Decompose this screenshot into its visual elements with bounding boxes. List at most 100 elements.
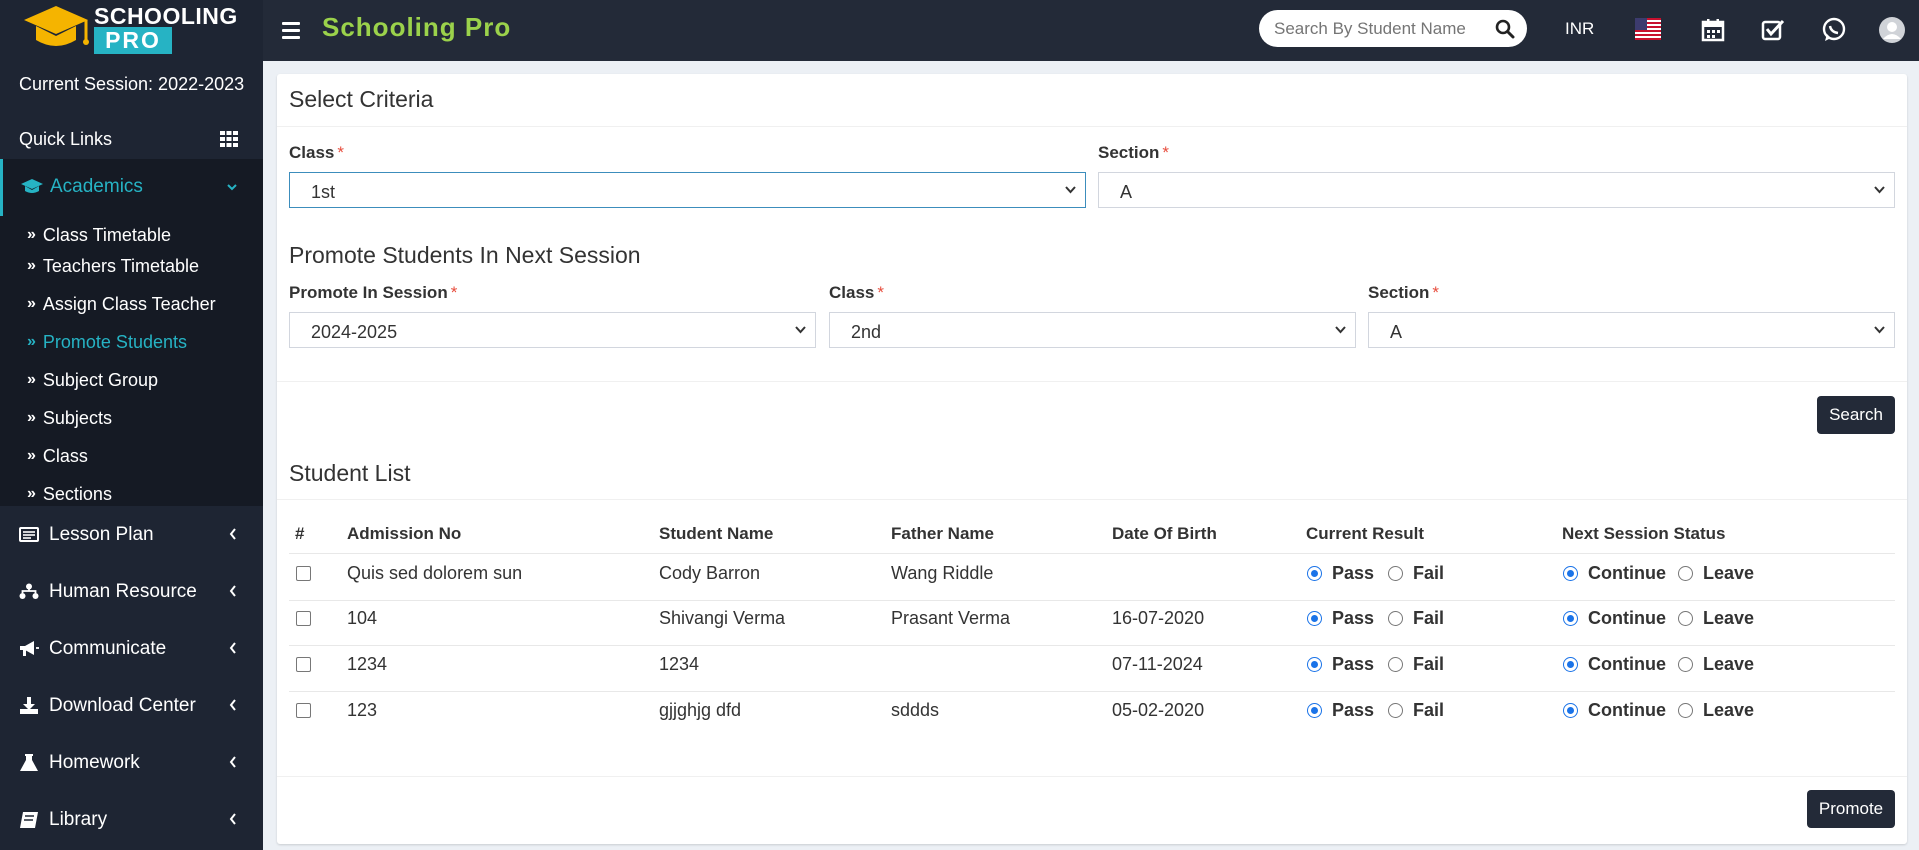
sidebar-item-academics[interactable]: Academics [0, 159, 263, 216]
fail-radio[interactable] [1388, 611, 1403, 626]
sidebar-item-label: Academics [50, 176, 143, 197]
currency-selector[interactable]: INR [1565, 19, 1594, 39]
fail-radio[interactable] [1388, 657, 1403, 672]
class-select[interactable]: 1st [289, 172, 1086, 208]
sidebar-item-download-center[interactable]: Download Center [0, 678, 263, 735]
promote-section-label-text: Section [1368, 283, 1430, 302]
admission-no: 1234 [347, 654, 388, 674]
row-select-checkbox[interactable] [296, 566, 311, 581]
required-mark: * [877, 283, 884, 302]
col-header-index: # [295, 524, 305, 543]
promote-class-select[interactable]: 2nd [829, 312, 1356, 348]
user-avatar-icon[interactable] [1878, 16, 1906, 44]
leave-radio[interactable] [1678, 566, 1693, 581]
row-divider [289, 553, 1895, 554]
sidebar-item-homework[interactable]: Homework [0, 735, 263, 792]
sidebar-item-subject-group[interactable]: » Subject Group [27, 361, 158, 399]
sidebar-item-label: Class Timetable [42, 224, 171, 245]
continue-radio[interactable] [1563, 703, 1578, 718]
sidebar-item-human-resource[interactable]: Human Resource [0, 564, 263, 621]
leave-radio[interactable] [1678, 611, 1693, 626]
fail-radio[interactable] [1388, 703, 1403, 718]
quick-links-label: Quick Links [19, 129, 113, 149]
calendar-icon[interactable] [1700, 17, 1726, 43]
col-header-dob: Date Of Birth [1112, 524, 1217, 543]
sidebar-item-class[interactable]: » Class [27, 437, 88, 475]
continue-radio[interactable] [1563, 566, 1578, 581]
main-panel: Select Criteria Class * 1st Section * A Pr… [277, 74, 1907, 844]
class-label-text: Class [289, 143, 335, 162]
promote-session-label: Promote In Session * [289, 283, 457, 303]
promote-class-label-text: Class [829, 283, 875, 302]
promote-button[interactable]: Promote [1807, 790, 1895, 828]
chevron-down-icon [1335, 326, 1346, 334]
row-select-checkbox[interactable] [296, 611, 311, 626]
sidebar-item-library[interactable]: Library [0, 792, 263, 849]
pass-radio[interactable] [1307, 657, 1322, 672]
quick-links[interactable]: Quick Links [0, 117, 263, 162]
student-list-title: Student List [289, 460, 411, 486]
student-search-input[interactable] [1274, 18, 1479, 40]
col-header-student-name: Student Name [659, 524, 774, 543]
student-search[interactable] [1259, 10, 1527, 47]
fail-label: Fail [1413, 700, 1445, 720]
admission-no: 104 [347, 608, 378, 628]
leave-radio[interactable] [1678, 657, 1693, 672]
section-select[interactable]: A [1098, 172, 1895, 208]
chevron-left-icon [229, 756, 236, 768]
row-select-checkbox[interactable] [296, 657, 311, 672]
leave-label: Leave [1703, 654, 1755, 674]
logo-text-top: SCHOOLING [94, 3, 238, 29]
admission-no: Quis sed dolorem sun [347, 563, 523, 583]
sidebar-item-label: Human Resource [49, 581, 197, 602]
sidebar-item-assign-class-teacher[interactable]: » Assign Class Teacher [27, 285, 216, 323]
sidebar-item-label: Lesson Plan [49, 524, 154, 545]
checkbox-icon[interactable] [1760, 17, 1786, 43]
pass-radio[interactable] [1307, 611, 1322, 626]
pass-label: Pass [1332, 654, 1375, 674]
sidebar-item-subjects[interactable]: » Subjects [27, 399, 112, 437]
sidebar-item-teachers-timetable[interactable]: » Teachers Timetable [27, 247, 199, 285]
menu-toggle-icon[interactable] [280, 18, 302, 42]
leave-label: Leave [1703, 608, 1755, 628]
col-header-current-result: Current Result [1306, 524, 1425, 543]
sidebar-item-communicate[interactable]: Communicate [0, 621, 263, 678]
continue-label: Continue [1588, 563, 1666, 583]
leave-label: Leave [1703, 563, 1755, 583]
top-bar: SCHOOLING PRO Schooling Pro INR [0, 0, 1919, 61]
logo[interactable]: SCHOOLING PRO [0, 0, 263, 61]
sidebar-item-label: Promote Students [42, 331, 187, 352]
promote-session-select[interactable]: 2024-2025 [289, 312, 816, 348]
sidebar: Current Session: 2022-2023 Quick Links A… [0, 61, 263, 850]
promote-title: Promote Students In Next Session [289, 242, 641, 268]
sidebar-item-promote-students[interactable]: » Promote Students [27, 323, 187, 361]
row-divider [289, 600, 1895, 601]
continue-radio[interactable] [1563, 657, 1578, 672]
logo-text-bottom: PRO [94, 27, 172, 54]
search-icon[interactable] [1495, 19, 1515, 39]
leave-radio[interactable] [1678, 703, 1693, 718]
fail-label: Fail [1413, 608, 1445, 628]
continue-radio[interactable] [1563, 611, 1578, 626]
search-button[interactable]: Search [1817, 396, 1895, 434]
continue-label: Continue [1588, 700, 1666, 720]
student-name: Cody Barron [659, 563, 761, 583]
promote-session-value: 2024-2025 [311, 322, 398, 342]
flask-icon [20, 754, 38, 771]
whatsapp-icon[interactable] [1821, 17, 1847, 43]
required-mark: * [1162, 143, 1170, 162]
sidebar-item-label: Assign Class Teacher [42, 293, 216, 314]
pass-radio[interactable] [1307, 566, 1322, 581]
section-label-text: Section [1098, 143, 1160, 162]
us-flag-icon[interactable] [1635, 18, 1661, 40]
fail-radio[interactable] [1388, 566, 1403, 581]
promote-section-select[interactable]: A [1368, 312, 1895, 348]
sidebar-item-lesson-plan[interactable]: Lesson Plan [0, 507, 263, 564]
row-select-checkbox[interactable] [296, 703, 311, 718]
col-header-next-session: Next Session Status [1562, 524, 1726, 543]
double-chevron-icon: » [27, 226, 36, 243]
required-mark: * [1432, 283, 1440, 302]
book-icon [20, 812, 38, 828]
pass-radio[interactable] [1307, 703, 1322, 718]
continue-label: Continue [1588, 608, 1666, 628]
